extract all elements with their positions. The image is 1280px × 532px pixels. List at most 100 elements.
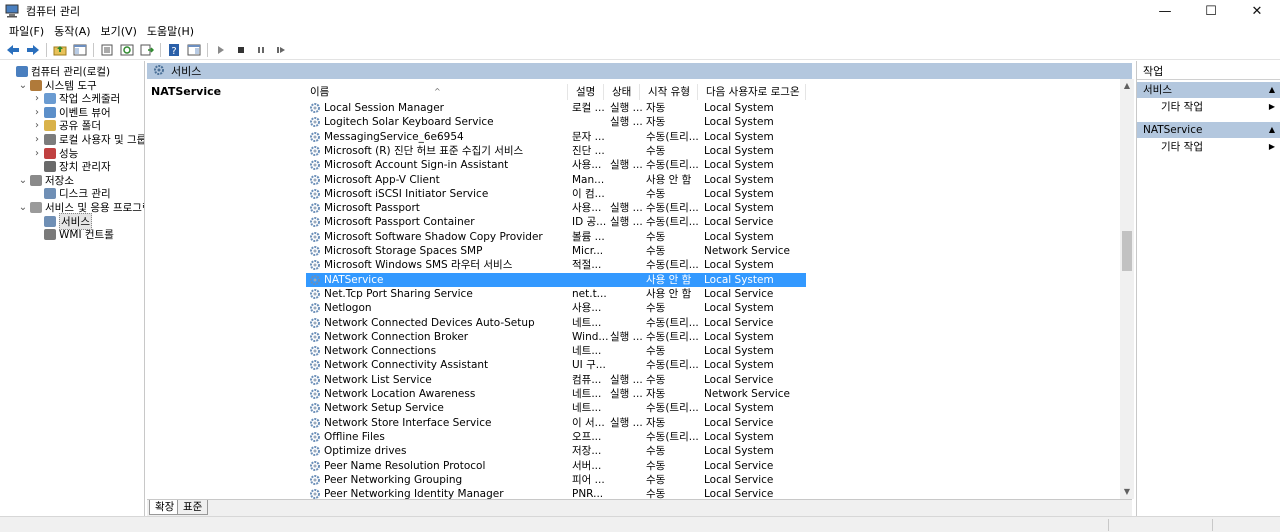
tree-item[interactable]: › 로컬 사용자 및 그룹	[32, 133, 144, 146]
service-row[interactable]: Net.Tcp Port Sharing Service net.t... 사용 안…	[306, 287, 806, 301]
column-header-status[interactable]: 상태	[604, 84, 640, 100]
show-hide-tree-icon[interactable]	[70, 41, 90, 59]
stop-service-icon[interactable]	[231, 41, 251, 59]
service-row[interactable]: MessagingService_6e6954 문자 ... 수동(트리... Loc…	[306, 130, 806, 144]
service-log-on-as: Network Service	[704, 388, 790, 400]
maximize-button[interactable]: ☐	[1188, 0, 1234, 22]
service-row[interactable]: Peer Networking Identity Manager PNR... 수동…	[306, 487, 806, 499]
service-gear-icon	[310, 374, 320, 385]
tree-item[interactable]: 디스크 관리	[32, 187, 111, 200]
service-startup-type: 수동	[646, 445, 666, 458]
scroll-down-icon[interactable]: ▼	[1120, 485, 1134, 499]
tab-standard[interactable]: 표준	[177, 500, 209, 515]
tab-extended[interactable]: 확장	[149, 500, 181, 515]
properties-icon[interactable]	[97, 41, 117, 59]
pause-service-icon[interactable]	[251, 41, 271, 59]
tree-item[interactable]: ⌄ 저장소	[18, 174, 74, 187]
service-row[interactable]: Microsoft Storage Spaces SMP Micr... 수동 Net…	[306, 244, 806, 258]
service-row[interactable]: Microsoft Software Shadow Copy Provider 볼…	[306, 230, 806, 244]
service-row[interactable]: Network Connections 네트... 수동 Local System	[306, 344, 806, 358]
help-icon[interactable]: ?	[164, 41, 184, 59]
vertical-scrollbar[interactable]: ▲ ▼	[1120, 79, 1134, 499]
tree-item[interactable]: › 성능	[32, 147, 78, 160]
service-row[interactable]: Network Connection Broker Wind... 실행 ... 수동…	[306, 330, 806, 344]
column-header-log-on-as[interactable]: 다음 사용자로 로그온	[698, 84, 806, 100]
service-row[interactable]: Network Setup Service 네트... 수동(트리... Local …	[306, 401, 806, 415]
service-row[interactable]: Network List Service 컴퓨... 실행 ... 수동 Local S…	[306, 373, 806, 387]
collapsed-chevron-icon[interactable]: ›	[32, 134, 42, 145]
service-name: Microsoft (R) 진단 허브 표준 수집기 서비스	[324, 144, 524, 157]
service-name: Net.Tcp Port Sharing Service	[324, 287, 473, 300]
service-gear-icon	[310, 317, 320, 328]
export-list-icon[interactable]	[137, 41, 157, 59]
service-row[interactable]: Peer Name Resolution Protocol 서버... 수동 Loca…	[306, 459, 806, 473]
service-row[interactable]: Microsoft Passport 사용... 실행 ... 수동(트리... Loc…	[306, 201, 806, 215]
service-log-on-as: Local System	[704, 230, 774, 243]
service-row[interactable]: Microsoft iSCSI Initiator Service 이 컴... 수…	[306, 187, 806, 201]
restart-service-icon[interactable]	[271, 41, 291, 59]
service-row[interactable]: Microsoft Passport Container ID 공... 실행 ..…	[306, 215, 806, 229]
menu-help[interactable]: 도움말(H)	[142, 23, 199, 39]
actions-section-natservice[interactable]: NATService ▲	[1137, 122, 1280, 138]
minimize-button[interactable]: —	[1142, 0, 1188, 22]
service-row[interactable]: Microsoft (R) 진단 허브 표준 수집기 서비스 진단 ... 수동 Lo…	[306, 144, 806, 158]
service-row[interactable]: Network Connectivity Assistant UI 구... 수동(…	[306, 358, 806, 372]
expanded-chevron-icon[interactable]: ⌄	[18, 175, 28, 186]
service-row[interactable]: Network Connected Devices Auto-Setup 네트..…	[306, 316, 806, 330]
column-header-name[interactable]: 이름 ^	[302, 84, 568, 100]
tree-item[interactable]: 컴퓨터 관리(로컬)	[4, 65, 110, 78]
back-arrow-icon[interactable]	[3, 41, 23, 59]
service-startup-type: 수동	[646, 245, 666, 257]
service-startup-type: 수동(트리...	[646, 202, 699, 215]
service-name: Microsoft iSCSI Initiator Service	[324, 187, 489, 200]
menu-file[interactable]: 파일(F)	[4, 23, 49, 39]
service-row[interactable]: Logitech Solar Keyboard Service 실행 ... 자동 L…	[306, 115, 806, 129]
actions-section-services[interactable]: 서비스 ▲	[1137, 82, 1280, 98]
service-row[interactable]: Optimize drives 저장... 수동 Local System	[306, 444, 806, 458]
action-more-actions-natservice[interactable]: 기타 작업 ▶	[1137, 139, 1280, 155]
service-row[interactable]: Network Store Interface Service 이 서... 실행 …	[306, 416, 806, 430]
service-row[interactable]: NATService 사용 안 함 Local System	[306, 272, 806, 287]
scrollbar-thumb[interactable]	[1122, 231, 1132, 271]
tree-item[interactable]: WMI 컨트롤	[32, 228, 114, 241]
start-service-icon[interactable]	[211, 41, 231, 59]
tree-item[interactable]: ⌄ 시스템 도구	[18, 79, 97, 92]
collapsed-chevron-icon[interactable]: ›	[32, 120, 42, 131]
service-row[interactable]: Microsoft App-V Client Man... 사용 안 함 Local …	[306, 173, 806, 187]
up-folder-icon[interactable]	[50, 41, 70, 59]
service-row[interactable]: Microsoft Windows SMS 라우터 서비스 적절... 수동(트리.…	[306, 258, 806, 272]
tree-item[interactable]: › 이벤트 뷰어	[32, 106, 111, 119]
service-row[interactable]: Microsoft Account Sign-in Assistant 사용...…	[306, 158, 806, 172]
column-header-description[interactable]: 설명	[568, 84, 604, 100]
collapsed-chevron-icon[interactable]: ›	[32, 148, 42, 159]
service-row[interactable]: Offline Files 오프... 수동(트리... Local System	[306, 430, 806, 444]
show-action-pane-icon[interactable]	[184, 41, 204, 59]
service-startup-type: 수동	[646, 230, 666, 243]
service-row[interactable]: Local Session Manager 로컬 ... 실행 ... 자동 Local…	[306, 101, 806, 115]
collapsed-chevron-icon[interactable]: ›	[32, 107, 42, 118]
menu-action[interactable]: 동작(A)	[49, 23, 95, 39]
service-log-on-as: Local System	[704, 430, 774, 443]
close-button[interactable]: ✕	[1234, 0, 1280, 22]
service-description: 컴퓨...	[572, 373, 602, 386]
refresh-icon[interactable]	[117, 41, 137, 59]
tree-item[interactable]: 서비스	[32, 212, 92, 230]
service-row[interactable]: Netlogon 사용... 수동 Local System	[306, 301, 806, 315]
menu-view[interactable]: 보기(V)	[96, 23, 142, 39]
service-startup-type: 자동	[646, 416, 666, 429]
expanded-chevron-icon[interactable]: ⌄	[18, 80, 28, 91]
action-more-actions[interactable]: 기타 작업 ▶	[1137, 99, 1280, 115]
service-name: Peer Networking Identity Manager	[324, 488, 504, 499]
tree-item[interactable]: 장치 관리자	[32, 160, 111, 173]
service-log-on-as: Local System	[704, 273, 774, 286]
service-row[interactable]: Peer Networking Grouping 피어 ... 수동 Local Se…	[306, 473, 806, 487]
tree-item[interactable]: › 작업 스케줄러	[32, 92, 120, 105]
column-header-startup-type[interactable]: 시작 유형	[640, 84, 698, 100]
scroll-up-icon[interactable]: ▲	[1120, 79, 1134, 93]
tree-item[interactable]: › 공유 폴더	[32, 119, 101, 132]
service-row[interactable]: Network Location Awareness 네트... 실행 ... 자동 N…	[306, 387, 806, 401]
expanded-chevron-icon[interactable]: ⌄	[18, 202, 28, 213]
collapsed-chevron-icon[interactable]: ›	[32, 93, 42, 104]
forward-arrow-icon[interactable]	[23, 41, 43, 59]
service-gear-icon	[310, 431, 320, 442]
